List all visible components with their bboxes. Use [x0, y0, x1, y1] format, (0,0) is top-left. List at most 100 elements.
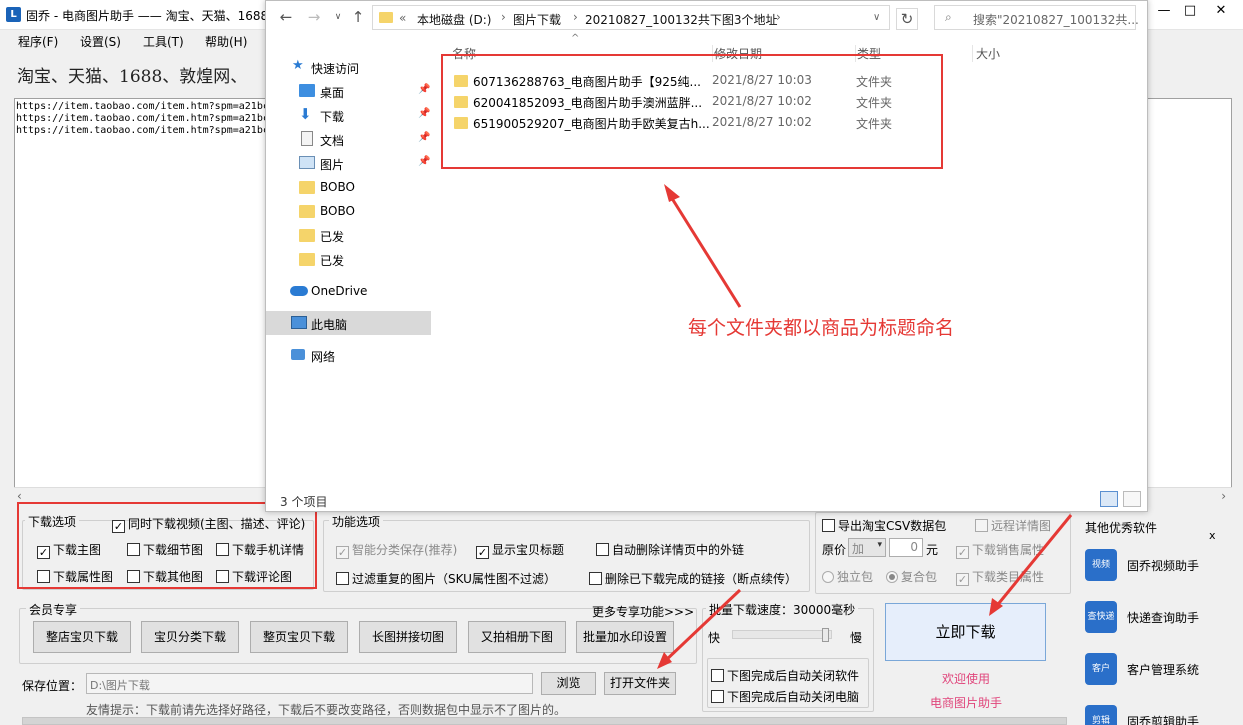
- nav-downloads[interactable]: ⬇ 下载 📌: [266, 103, 431, 127]
- upai-download-button[interactable]: 又拍相册下图: [468, 621, 566, 653]
- scroll-left-icon[interactable]: ‹: [17, 489, 22, 503]
- save-location-label: 保存位置：: [22, 679, 83, 693]
- chevron-down-icon[interactable]: ∨: [873, 12, 880, 23]
- crm-icon: 客户: [1085, 653, 1117, 685]
- software-item-express[interactable]: 查快递 快递查询助手: [1085, 601, 1199, 633]
- nav-folder-sent[interactable]: 已发: [266, 223, 431, 247]
- pin-icon[interactable]: 📌: [418, 84, 430, 95]
- remote-detail-checkbox[interactable]: 远程详情图: [975, 517, 1051, 534]
- recent-dropdown-icon[interactable]: ∨: [328, 7, 348, 27]
- category-attr-checkbox[interactable]: ✓ 下载类目属性: [956, 568, 1044, 586]
- auto-close-app-checkbox[interactable]: 下图完成后自动关闭软件: [711, 667, 859, 684]
- folder-icon: [299, 229, 315, 242]
- up-icon[interactable]: ↑: [348, 7, 368, 27]
- document-icon: [301, 131, 313, 146]
- platform-banner: 淘宝、天猫、1688、敦煌网、: [17, 67, 248, 87]
- menu-tools[interactable]: 工具(T): [143, 33, 184, 50]
- cloud-icon: [290, 286, 308, 296]
- speed-slider[interactable]: [732, 628, 832, 642]
- smart-save-checkbox[interactable]: ✓ 智能分类保存(推荐): [336, 541, 457, 559]
- details-view-icon[interactable]: [1100, 491, 1118, 507]
- menu-help[interactable]: 帮助(H): [205, 33, 247, 50]
- nav-folder-bobo[interactable]: BOBO: [266, 175, 431, 199]
- tip-text: 友情提示：下载前请先选择好路径，下载后不要改变路径，否则数据包中显示不了图片的。: [86, 703, 567, 717]
- refresh-icon[interactable]: ↻: [896, 8, 918, 30]
- picture-icon: [299, 156, 315, 169]
- minimize-icon[interactable]: —: [1150, 0, 1178, 24]
- breadcrumb-folder[interactable]: 图片下载: [513, 11, 561, 28]
- save-path-input[interactable]: D:\图片下载: [86, 673, 533, 694]
- export-csv-checkbox[interactable]: 导出淘宝CSV数据包: [822, 517, 946, 534]
- nav-this-pc[interactable]: 此电脑: [266, 311, 431, 335]
- shop-download-button[interactable]: 整店宝贝下载: [33, 621, 131, 653]
- filter-duplicate-checkbox[interactable]: 过滤重复的图片（SKU属性图不过滤）: [336, 570, 556, 587]
- chevron-right-icon[interactable]: ›: [501, 10, 506, 24]
- pin-icon[interactable]: 📌: [418, 108, 430, 119]
- folder-icon: [299, 253, 315, 266]
- panel-close-icon[interactable]: x: [1209, 529, 1216, 542]
- navigation-pane: ★ 快速访问 桌面 📌 ⬇ 下载 📌 文档 📌 图片 📌 BOBO BOBO 已…: [266, 35, 431, 495]
- desktop-icon: [299, 84, 315, 97]
- software-item-editor[interactable]: 剪辑 固乔剪辑助手: [1085, 705, 1199, 725]
- chevron-right-icon[interactable]: ›: [573, 10, 578, 24]
- annotation-box-files: [441, 54, 943, 169]
- address-bar[interactable]: « 本地磁盘 (D:) › 图片下载 › 20210827_100132共下图3…: [372, 5, 890, 30]
- price-unit: 元: [926, 543, 939, 557]
- nav-folder-bobo[interactable]: BOBO: [266, 199, 431, 223]
- composite-package-radio[interactable]: 复合包: [886, 568, 937, 585]
- software-item-crm[interactable]: 客户 客户管理系统: [1085, 653, 1199, 685]
- column-size[interactable]: 大小: [972, 45, 1000, 62]
- nav-network[interactable]: 网络: [266, 343, 431, 367]
- search-input[interactable]: ⌕ 搜索"20210827_100132共...: [934, 5, 1139, 30]
- delete-done-checkbox[interactable]: 删除已下载完成的链接（断点续传）: [589, 570, 797, 587]
- browse-button[interactable]: 浏览: [541, 672, 596, 695]
- breadcrumb-current[interactable]: 20210827_100132共下图3个地址: [585, 11, 778, 28]
- back-icon[interactable]: ←: [276, 7, 296, 27]
- app-title: 固乔 - 电商图片助手 —— 淘宝、天猫、1688: [26, 9, 269, 23]
- page-download-button[interactable]: 整页宝贝下载: [250, 621, 348, 653]
- nav-onedrive[interactable]: OneDrive: [266, 279, 431, 303]
- menu-program[interactable]: 程序(F): [18, 33, 58, 50]
- auto-delete-links-checkbox[interactable]: 自动删除详情页中的外链: [596, 541, 744, 558]
- breadcrumb-drive[interactable]: 本地磁盘 (D:): [417, 11, 491, 28]
- software-item-video[interactable]: 视频 固乔视频助手: [1085, 549, 1199, 581]
- other-software-label: 其他优秀软件: [1085, 521, 1158, 535]
- show-title-checkbox[interactable]: ✓ 显示宝贝标题: [476, 541, 564, 559]
- nav-label: BOBO: [320, 180, 355, 194]
- chevron-right-icon[interactable]: ›: [776, 10, 781, 24]
- single-package-radio[interactable]: 独立包: [822, 568, 873, 585]
- large-icons-view-icon[interactable]: [1123, 491, 1141, 507]
- sales-attr-checkbox[interactable]: ✓ 下载销售属性: [956, 541, 1044, 559]
- folder-icon: [379, 12, 393, 23]
- forward-icon[interactable]: →: [304, 7, 324, 27]
- nav-label: OneDrive: [311, 284, 368, 298]
- breadcrumb-overflow[interactable]: «: [399, 11, 406, 25]
- category-download-button[interactable]: 宝贝分类下载: [141, 621, 239, 653]
- scroll-right-icon[interactable]: ›: [1221, 489, 1226, 503]
- long-image-button[interactable]: 长图拼接切图: [359, 621, 457, 653]
- speed-fast-label: 快: [708, 631, 721, 645]
- open-folder-button[interactable]: 打开文件夹: [604, 672, 676, 695]
- nav-quick-access[interactable]: ★ 快速访问: [266, 55, 431, 79]
- speed-slider-track: [732, 630, 832, 639]
- nav-pictures[interactable]: 图片 📌: [266, 151, 431, 175]
- nav-desktop[interactable]: 桌面 📌: [266, 79, 431, 103]
- price-op-select[interactable]: 加 ▾: [848, 538, 886, 557]
- pin-icon[interactable]: 📌: [418, 156, 430, 167]
- download-now-button[interactable]: 立即下载: [885, 603, 1046, 661]
- price-value-input[interactable]: 0: [889, 538, 923, 557]
- more-features-link[interactable]: 更多专享功能>>>: [592, 603, 694, 620]
- watermark-button[interactable]: 批量加水印设置: [576, 621, 674, 653]
- pin-icon[interactable]: 📌: [418, 132, 430, 143]
- software-label: 固乔剪辑助手: [1127, 715, 1200, 725]
- auto-shutdown-checkbox[interactable]: 下图完成后自动关闭电脑: [711, 688, 859, 705]
- nav-documents[interactable]: 文档 📌: [266, 127, 431, 151]
- nav-label: 网络: [311, 350, 336, 364]
- nav-folder-sent[interactable]: 已发: [266, 247, 431, 271]
- close-icon[interactable]: ✕: [1206, 0, 1236, 24]
- speed-slider-thumb[interactable]: [822, 628, 829, 642]
- nav-label: 此电脑: [311, 318, 348, 332]
- menu-settings[interactable]: 设置(S): [80, 33, 121, 50]
- maximize-icon[interactable]: □: [1176, 0, 1204, 24]
- explorer-toolbar: ← → ∨ ↑ « 本地磁盘 (D:) › 图片下载 › 20210827_10…: [266, 1, 1147, 35]
